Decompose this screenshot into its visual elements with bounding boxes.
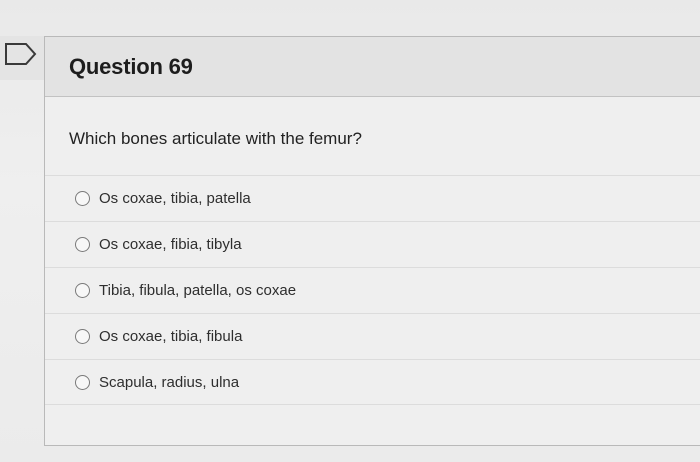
answer-option-label[interactable]: Os coxae, fibia, tibyla [99,236,242,253]
answer-option[interactable]: Scapula, radius, ulna [45,359,700,405]
radio-button[interactable] [75,283,90,298]
answer-option[interactable]: Os coxae, fibia, tibyla [45,221,700,267]
answer-option-label[interactable]: Os coxae, tibia, patella [99,190,251,207]
flag-question-tab[interactable] [0,36,44,80]
radio-button[interactable] [75,191,90,206]
question-header: Question 69 [45,37,700,97]
answer-option[interactable]: Tibia, fibula, patella, os coxae [45,267,700,313]
answer-option-label[interactable]: Tibia, fibula, patella, os coxae [99,282,296,299]
question-prompt: Which bones articulate with the femur? [69,129,362,148]
answer-options: Os coxae, tibia, patella Os coxae, fibia… [45,175,700,405]
question-title: Question 69 [69,53,193,79]
radio-button[interactable] [75,329,90,344]
answer-option-label[interactable]: Os coxae, tibia, fibula [99,328,242,345]
answer-option-label[interactable]: Scapula, radius, ulna [99,374,239,391]
flag-icon[interactable] [4,42,38,66]
question-card: Question 69 Which bones articulate with … [44,36,700,446]
radio-button[interactable] [75,237,90,252]
answer-option[interactable]: Os coxae, tibia, patella [45,175,700,221]
answer-option[interactable]: Os coxae, tibia, fibula [45,313,700,359]
radio-button[interactable] [75,374,90,390]
